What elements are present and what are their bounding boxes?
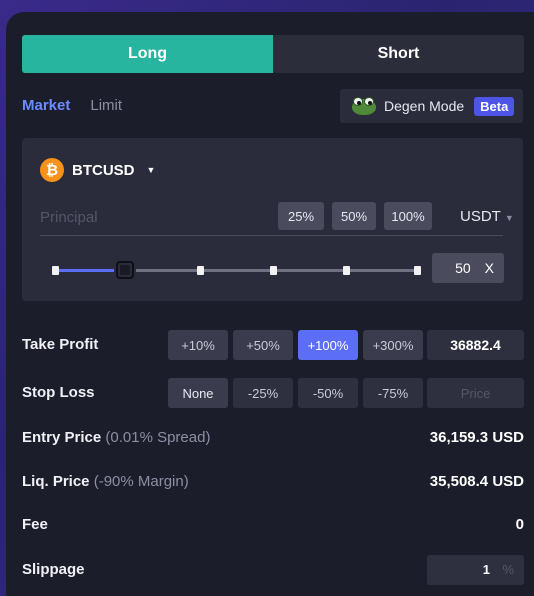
percent-25-button[interactable]: 25% (278, 202, 324, 230)
entry-price-note: (0.01% Spread) (105, 429, 211, 446)
slider-tick (52, 266, 59, 275)
chevron-down-icon: ▼ (504, 213, 514, 223)
percent-50-button[interactable]: 50% (332, 202, 376, 230)
order-form-card: ₿ BTCUSD ▼ 25% 50% 100% USDT▼ 50 X (22, 138, 523, 301)
take-profit-label: Take Profit (22, 336, 99, 353)
take-profit-row: Take Profit +10% +50% +100% +300% 36882.… (22, 330, 524, 360)
slider-tick (270, 266, 277, 275)
liq-price-title: Liq. Price (22, 473, 90, 490)
currency-selector[interactable]: USDT ▼ (460, 208, 514, 225)
slippage-input[interactable]: 1 % (427, 555, 524, 585)
take-profit-option[interactable]: +10% (168, 330, 228, 360)
degen-mode-label: Degen Mode (384, 98, 465, 114)
stop-loss-price-input[interactable]: Price (427, 378, 524, 408)
stop-loss-option[interactable]: -75% (363, 378, 423, 408)
liq-price-row: Liq. Price (-90% Margin) 35,508.4 USD (22, 467, 524, 497)
beta-badge: Beta (474, 96, 515, 116)
entry-price-title: Entry Price (22, 429, 102, 446)
stop-loss-label: Stop Loss (22, 384, 95, 401)
take-profit-price-input[interactable]: 36882.4 (427, 330, 524, 360)
pepe-frog-icon (352, 96, 376, 116)
slider-thumb[interactable] (116, 261, 134, 279)
entry-price-row: Entry Price (0.01% Spread) 36,159.3 USD (22, 423, 524, 453)
slider-tick (343, 266, 350, 275)
tab-market[interactable]: Market (22, 97, 70, 114)
entry-price-label: Entry Price (0.01% Spread) (22, 429, 210, 446)
leverage-slider[interactable] (52, 261, 421, 279)
stop-loss-option[interactable]: -25% (233, 378, 293, 408)
pair-symbol: BTCUSD (72, 161, 135, 179)
degen-mode-button[interactable]: Degen Mode Beta (340, 89, 523, 123)
principal-input[interactable] (40, 206, 270, 228)
slippage-value: 1 (482, 562, 490, 577)
fee-value: 0 (515, 516, 524, 533)
tab-limit[interactable]: Limit (90, 97, 122, 114)
fee-label: Fee (22, 516, 48, 533)
pair-selector[interactable]: ₿ BTCUSD ▼ (40, 158, 155, 182)
stop-loss-option-selected[interactable]: None (168, 378, 228, 408)
take-profit-option[interactable]: +50% (233, 330, 293, 360)
liq-price-note: (-90% Margin) (93, 473, 189, 490)
stop-loss-option[interactable]: -50% (298, 378, 358, 408)
order-type-tabs: Market Limit (22, 97, 122, 114)
currency-label: USDT (460, 208, 501, 225)
slippage-row: Slippage 1 % (22, 555, 524, 585)
side-toggle: Long Short (22, 35, 524, 73)
slider-tick (414, 266, 421, 275)
liq-price-value: 35,508.4 USD (429, 473, 524, 490)
leverage-input[interactable]: 50 X (432, 253, 504, 283)
percent-100-button[interactable]: 100% (384, 202, 432, 230)
short-button[interactable]: Short (273, 35, 524, 73)
leverage-value: 50 (455, 260, 471, 276)
leverage-unit: X (484, 260, 494, 276)
liq-price-label: Liq. Price (-90% Margin) (22, 473, 189, 490)
take-profit-option-selected[interactable]: +100% (298, 330, 358, 360)
slippage-label: Slippage (22, 561, 85, 578)
slippage-unit: % (502, 562, 514, 577)
principal-row: 25% 50% 100% USDT▼ (40, 200, 514, 236)
entry-price-value: 36,159.3 USD (429, 429, 524, 446)
stop-loss-row: Stop Loss None -25% -50% -75% Price (22, 378, 524, 408)
chevron-down-icon: ▼ (146, 165, 156, 175)
fee-row: Fee 0 (22, 510, 524, 540)
take-profit-option[interactable]: +300% (363, 330, 423, 360)
long-button[interactable]: Long (22, 35, 273, 73)
slider-tick (197, 266, 204, 275)
slider-fill (52, 269, 125, 272)
bitcoin-icon: ₿ (40, 158, 64, 182)
